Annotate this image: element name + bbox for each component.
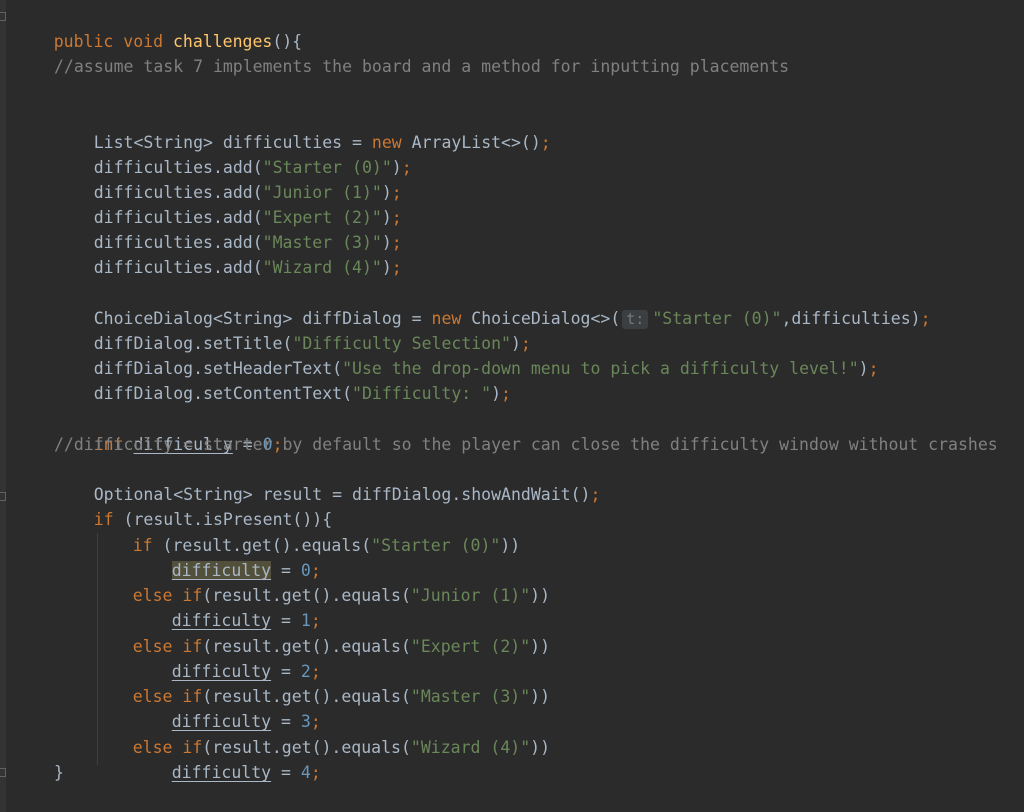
code-line-branch-condition[interactable]: else if(result.get().equals("Junior (1)"…	[93, 558, 550, 605]
code-token: diffDialog.setContentText(	[93, 384, 353, 403]
fold-marker-icon[interactable]	[0, 492, 6, 501]
code-token: difficulties.add(	[93, 258, 263, 277]
semicolon-token: ;	[920, 309, 931, 328]
string-token: "Wizard (4)"	[262, 258, 382, 277]
code-line-method-signature[interactable]: public void challenges(){	[14, 4, 302, 51]
code-line-add[interactable]: difficulties.add("Starter (0)");	[54, 130, 412, 177]
code-token: ,difficulties)	[781, 309, 921, 328]
semicolon-token: ;	[310, 763, 321, 782]
code-line-comment[interactable]: //assume task 7 implements the board and…	[54, 54, 789, 79]
punct-token: (){	[272, 32, 303, 51]
code-line-dialog-declaration[interactable]: ChoiceDialog<String> diffDialog = new Ch…	[54, 281, 931, 329]
keyword-token: public void	[53, 32, 173, 51]
code-line-branch-condition[interactable]: if (result.get().equals("Starter (0)"))	[93, 508, 520, 555]
string-token: "Starter (0)"	[652, 309, 782, 328]
code-token: ))	[530, 586, 551, 605]
code-line-comment[interactable]: //difficulty = starter by default so the…	[54, 432, 998, 457]
code-line-branch-assign[interactable]: difficulty = 0;	[132, 533, 321, 580]
semicolon-token: ;	[391, 258, 402, 277]
fold-gutter	[0, 0, 6, 812]
code-line-add[interactable]: difficulties.add("Wizard (4)");	[54, 230, 402, 277]
code-line-int-declaration[interactable]: int difficulty = 0;	[54, 407, 283, 454]
code-token: ))	[500, 536, 521, 555]
string-token: "Junior (1)"	[410, 586, 531, 605]
string-token: "Expert (2)"	[410, 637, 531, 656]
code-line-branch-condition[interactable]: else if(result.get().equals("Master (3)"…	[93, 659, 550, 706]
code-line-branch-assign[interactable]: difficulty = 1;	[132, 583, 321, 630]
semicolon-token: ;	[401, 158, 412, 177]
code-line-set-title[interactable]: diffDialog.setTitle("Difficulty Selectio…	[54, 306, 531, 353]
semicolon-token: ;	[540, 133, 551, 152]
code-token: ))	[530, 637, 551, 656]
code-token: ArrayList<>()	[401, 133, 541, 152]
code-line-branch-assign[interactable]: difficulty = 4;	[132, 735, 321, 782]
string-token: "Starter (0)"	[371, 536, 501, 555]
code-token: )	[491, 384, 502, 403]
code-editor[interactable]: public void challenges(){ //assume task …	[0, 0, 1024, 812]
code-line-add[interactable]: difficulties.add("Expert (2)");	[54, 180, 402, 227]
fold-marker-icon[interactable]	[0, 12, 6, 21]
method-name-token: challenges	[172, 32, 273, 51]
code-line-branch-assign[interactable]: difficulty = 2;	[132, 634, 321, 681]
code-line-set-header[interactable]: diffDialog.setHeaderText("Use the drop-d…	[54, 331, 879, 378]
code-token: )	[381, 258, 392, 277]
code-line-add[interactable]: difficulties.add("Master (3)");	[54, 205, 402, 252]
semicolon-token: ;	[868, 359, 879, 378]
semicolon-token: ;	[501, 384, 511, 403]
code-line-branch-condition[interactable]: else if(result.get().equals("Wizard (4)"…	[93, 710, 550, 757]
variable-token: difficulty	[171, 763, 272, 782]
code-token: ))	[530, 687, 551, 706]
number-token: 4	[300, 763, 311, 782]
code-token: )	[858, 359, 869, 378]
code-line-branch-assign[interactable]: difficulty = 3;	[132, 684, 321, 731]
code-line-set-content[interactable]: diffDialog.setContentText("Difficulty: "…	[54, 356, 511, 403]
string-token: "Wizard (4)"	[410, 738, 531, 757]
code-line-optional-declaration[interactable]: Optional<String> result = diffDialog.sho…	[54, 457, 601, 504]
code-token: =	[271, 763, 301, 782]
code-line-add[interactable]: difficulties.add("Junior (1)");	[54, 155, 402, 202]
semicolon-token: ;	[590, 485, 601, 504]
code-line-branch-condition[interactable]: else if(result.get().equals("Expert (2)"…	[93, 609, 550, 656]
code-line-close-brace[interactable]: }	[54, 760, 64, 785]
code-line-if-present[interactable]: if (result.isPresent()){	[54, 482, 332, 529]
string-token: "Master (3)"	[410, 687, 531, 706]
code-line-list-declaration[interactable]: List<String> difficulties = new ArrayLis…	[54, 105, 551, 152]
code-token: ))	[530, 738, 551, 757]
string-token: "Difficulty: "	[352, 384, 492, 403]
fold-marker-icon[interactable]	[0, 768, 6, 777]
parameter-hint: t:	[622, 310, 649, 329]
